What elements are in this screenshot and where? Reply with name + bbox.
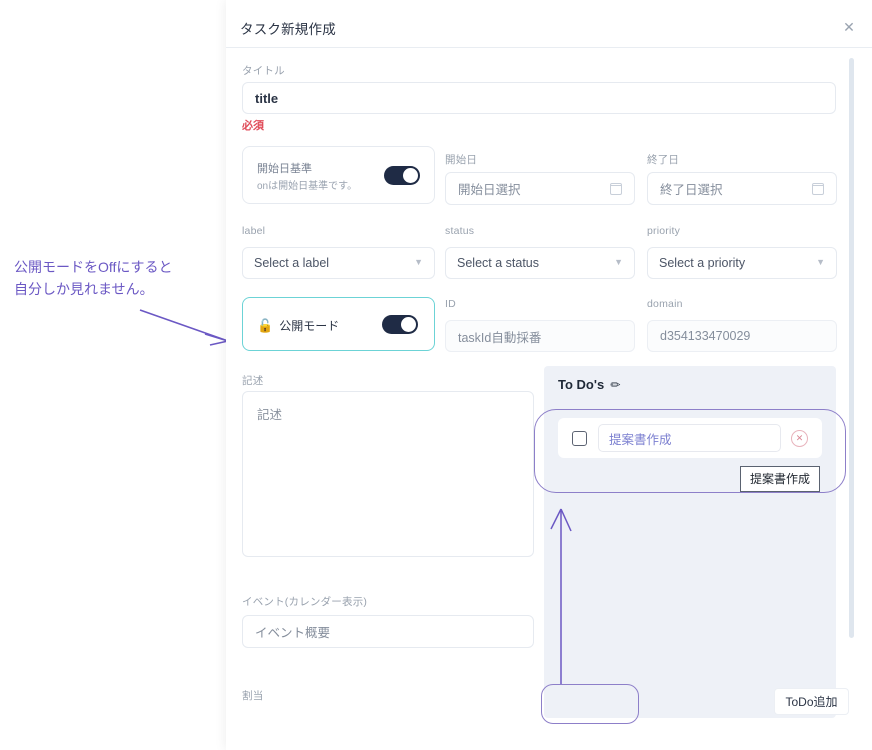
status-select-value: Select a status bbox=[457, 256, 539, 270]
toggle-knob bbox=[401, 317, 416, 332]
start-basis-card: 開始日基準 onは開始日基準です。 bbox=[242, 146, 435, 204]
start-date-placeholder: 開始日選択 bbox=[458, 183, 521, 197]
annotation-public-mode-line1: 公開モードをOffにすると bbox=[14, 259, 173, 275]
public-mode-label: 公開モード bbox=[279, 319, 340, 333]
end-date-placeholder: 終了日選択 bbox=[660, 183, 723, 197]
status-select-label: status bbox=[445, 225, 475, 237]
annotation-public-mode-line2: 自分しか見れません。 bbox=[14, 281, 154, 297]
pencil-icon[interactable]: ✏ bbox=[610, 378, 620, 392]
status-select[interactable]: Select a status ▼ bbox=[445, 247, 635, 279]
annotation-highlight-todo-item bbox=[534, 409, 846, 493]
description-placeholder: 記述 bbox=[257, 408, 283, 422]
title-input-value: title bbox=[255, 90, 279, 106]
start-date-input[interactable]: 開始日選択 bbox=[445, 172, 635, 205]
chevron-down-icon: ▼ bbox=[816, 257, 825, 267]
description-label: 記述 bbox=[242, 375, 264, 387]
unlock-icon: 🔓 bbox=[257, 318, 274, 333]
label-select[interactable]: Select a label ▼ bbox=[242, 247, 435, 279]
label-select-value: Select a label bbox=[254, 256, 330, 270]
description-textarea[interactable]: 記述 bbox=[242, 391, 534, 557]
chevron-down-icon: ▼ bbox=[614, 257, 623, 267]
event-placeholder: イベント概要 bbox=[255, 626, 331, 640]
todo-heading-row: To Do's ✏ bbox=[558, 377, 620, 392]
id-field-label: ID bbox=[445, 298, 456, 310]
todo-add-button[interactable]: ToDo追加 bbox=[774, 688, 849, 715]
page-title: タスク新規作成 bbox=[240, 22, 336, 37]
todo-heading: To Do's bbox=[558, 377, 605, 392]
close-icon[interactable]: ✕ bbox=[842, 20, 856, 34]
screenshot-root: 公開モードをOffにすると 自分しか見れません。 タスク新規作成 ✕ タイトル … bbox=[0, 0, 872, 750]
title-field-label: タイトル bbox=[242, 65, 285, 77]
chevron-down-icon: ▼ bbox=[414, 257, 423, 267]
priority-select[interactable]: Select a priority ▼ bbox=[647, 247, 837, 279]
start-basis-title: 開始日基準 bbox=[257, 163, 312, 175]
priority-select-value: Select a priority bbox=[659, 256, 746, 270]
end-date-input[interactable]: 終了日選択 bbox=[647, 172, 837, 205]
domain-input-value: d354133470029 bbox=[660, 329, 751, 343]
public-mode-label-row: 🔓 公開モード bbox=[257, 317, 339, 334]
title-input[interactable]: title bbox=[242, 82, 836, 114]
end-date-label: 終了日 bbox=[647, 154, 680, 166]
public-mode-card: 🔓 公開モード bbox=[242, 297, 435, 351]
calendar-icon bbox=[609, 182, 623, 195]
start-basis-toggle[interactable] bbox=[384, 166, 420, 185]
calendar-icon bbox=[811, 182, 825, 195]
id-input[interactable]: taskId自動採番 bbox=[445, 320, 635, 352]
priority-select-label: priority bbox=[647, 225, 681, 237]
event-label: イベント(カレンダー表示) bbox=[242, 596, 368, 608]
modal-scrollbar[interactable] bbox=[849, 58, 854, 638]
assignee-label: 割当 bbox=[242, 690, 264, 702]
task-create-modal: タスク新規作成 ✕ タイトル title 必須 開始日基準 onは開始日基準です… bbox=[226, 0, 872, 750]
annotation-highlight-todo-add bbox=[541, 684, 639, 724]
domain-input[interactable]: d354133470029 bbox=[647, 320, 837, 352]
id-input-value: taskId自動採番 bbox=[458, 330, 542, 345]
title-required-note: 必須 bbox=[242, 120, 264, 132]
domain-field-label: domain bbox=[647, 298, 683, 310]
modal-header: タスク新規作成 ✕ bbox=[226, 0, 872, 48]
public-mode-toggle[interactable] bbox=[382, 315, 418, 334]
label-select-label: label bbox=[242, 225, 266, 237]
toggle-knob bbox=[403, 168, 418, 183]
start-date-label: 開始日 bbox=[445, 154, 478, 166]
start-basis-subtitle: onは開始日基準です。 bbox=[257, 181, 358, 192]
event-input[interactable]: イベント概要 bbox=[242, 615, 534, 648]
